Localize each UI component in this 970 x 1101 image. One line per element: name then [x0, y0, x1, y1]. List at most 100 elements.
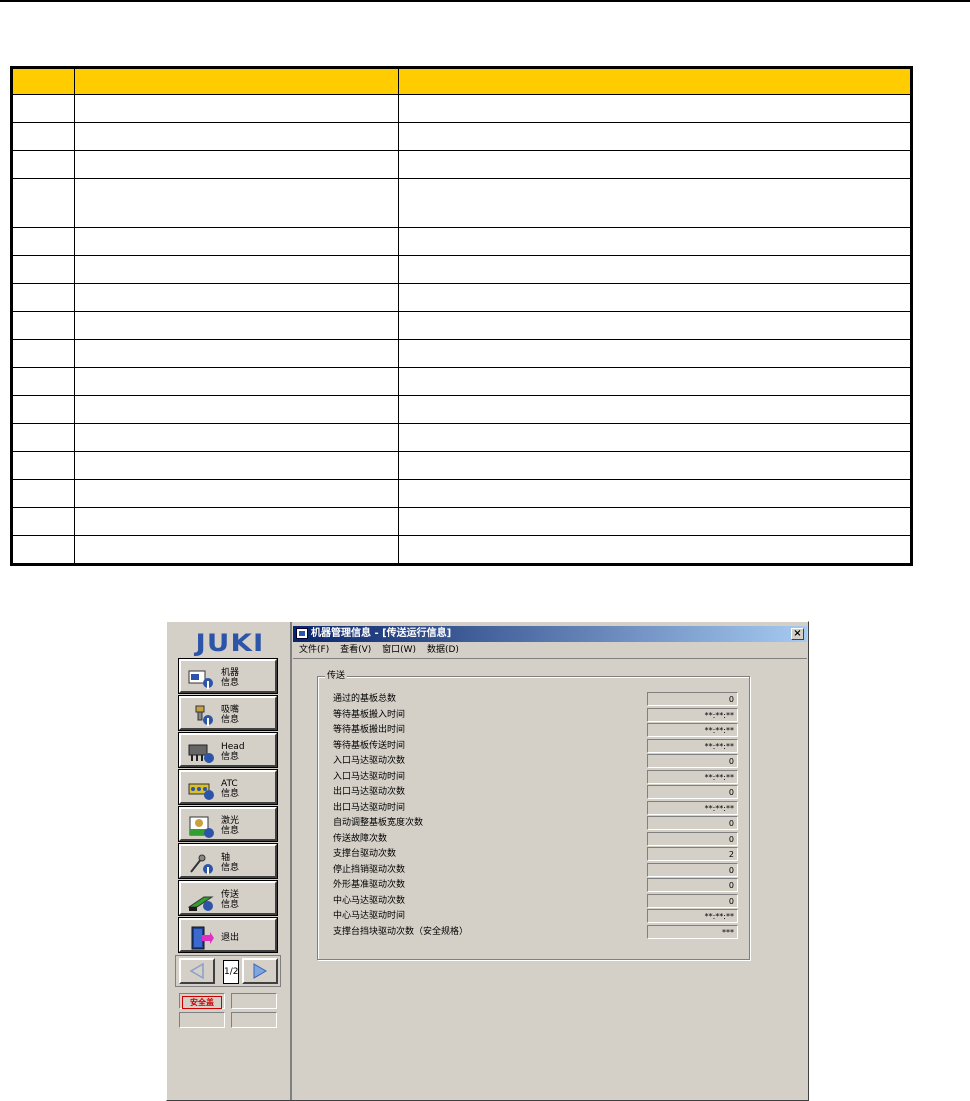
safety-cover-badge: 安全盖: [182, 996, 222, 1009]
table-cell: [11, 227, 75, 256]
window-title-bar[interactable]: 机器管理信息 - [传送运行信息] ×: [293, 626, 807, 642]
table-cell: [398, 535, 912, 565]
head-info-icon: [188, 741, 214, 765]
info-row-value: 2: [647, 847, 738, 861]
table-row: [11, 283, 912, 312]
table-row: [11, 479, 912, 508]
nav-button-exit-door[interactable]: 退出: [178, 917, 278, 953]
nav-button-conveyor-info[interactable]: 传送 信息: [178, 880, 278, 916]
table-cell: [11, 122, 75, 151]
table-cell: [11, 311, 75, 340]
info-row-value: 0: [647, 785, 738, 799]
table-row: [11, 227, 912, 256]
table-cell: [74, 122, 399, 151]
info-row-value: **:**:**: [647, 723, 738, 737]
nav-button-machine-info[interactable]: 机器 信息: [178, 658, 278, 694]
info-row-label: 停止挡销驱动次数: [333, 864, 406, 875]
table-cell: [398, 227, 912, 256]
next-page-button[interactable]: [242, 958, 278, 984]
table-cell: [11, 339, 75, 368]
header-cell-description: [398, 67, 912, 95]
table-row: [11, 311, 912, 340]
table-cell: [398, 283, 912, 312]
menu-view[interactable]: 查看(V): [340, 643, 371, 657]
nav-button-label: 退出: [221, 933, 240, 943]
table-row: [11, 535, 912, 565]
status-cell: [231, 993, 277, 1009]
table-cell: [74, 283, 399, 312]
info-row-value: 0: [647, 893, 738, 908]
table-cell: [74, 255, 399, 284]
prev-page-button[interactable]: [179, 958, 215, 984]
table-row: [11, 94, 912, 123]
nav-button-atc-info[interactable]: ATC 信息: [178, 769, 278, 805]
close-button[interactable]: ×: [791, 628, 804, 640]
info-row-label: 自动调整基板宽度次数: [333, 818, 424, 828]
info-row-label: 出口马达驱动次数: [333, 787, 406, 797]
laser-info-icon: [188, 815, 214, 839]
info-row: 中心马达驱动次数 0: [333, 893, 739, 909]
menu-data[interactable]: 数据(D): [427, 643, 459, 657]
table-row: [11, 178, 912, 228]
header-cell-item: [74, 67, 399, 95]
status-cell: [179, 1012, 225, 1028]
info-row: 中心马达驱动时间 **:**:**: [333, 909, 739, 924]
table-cell: [74, 535, 399, 565]
nav-button-label: 机器 信息: [221, 668, 240, 688]
table-cell: [74, 178, 399, 228]
nav-button-nozzle-info[interactable]: 吸嘴 信息: [178, 695, 278, 731]
info-row: 支撑台挡块驱动次数（安全规格） ***: [333, 924, 739, 940]
nav-button-laser-info[interactable]: 激光 信息: [178, 806, 278, 842]
status-grid: 安全盖: [179, 993, 277, 1029]
info-row-label: 通过的基板总数: [333, 694, 397, 704]
info-row: 出口马达驱动时间 **:**:**: [333, 800, 739, 816]
nav-button-label: 传送 信息: [221, 890, 240, 910]
table-cell: [11, 255, 75, 284]
mdi-window: 机器管理信息 - [传送运行信息] × 文件(F) 查看(V) 窗口(W) 数据…: [293, 622, 808, 1100]
table-header-row: [11, 67, 912, 95]
table-cell: [11, 367, 75, 396]
table-cell: [398, 150, 912, 179]
info-row-value: 0: [647, 816, 738, 830]
table-cell: [74, 423, 399, 452]
nozzle-info-icon: [188, 704, 214, 728]
info-row-label: 入口马达驱动次数: [333, 756, 406, 766]
nav-button-axis-info[interactable]: 轴 信息: [178, 843, 278, 879]
info-row: 支撑台驱动次数 2: [333, 847, 739, 862]
table-cell: [74, 367, 399, 396]
table-row: [11, 423, 912, 452]
info-row-value: **:**:**: [647, 769, 738, 784]
table-cell: [11, 150, 75, 179]
status-cell: [231, 1012, 277, 1028]
info-row: 外形基准驱动次数 0: [333, 878, 739, 893]
menu-bar: 文件(F) 查看(V) 窗口(W) 数据(D): [293, 643, 807, 657]
nav-button-label: 吸嘴 信息: [221, 705, 240, 725]
table-cell: [398, 507, 912, 536]
machine-info-icon: [188, 667, 214, 691]
table-cell: [11, 451, 75, 480]
info-row-value: 0: [647, 878, 738, 892]
atc-info-icon: [188, 778, 214, 802]
menu-window[interactable]: 窗口(W): [382, 643, 416, 657]
nav-button-head-info[interactable]: Head 信息: [178, 732, 278, 768]
table-row: [11, 507, 912, 536]
menu-file[interactable]: 文件(F): [299, 643, 329, 657]
axis-info-icon: [188, 852, 214, 876]
nav-button-label: Head 信息: [221, 742, 245, 762]
info-row-value: 0: [647, 831, 738, 846]
info-row: 出口马达驱动次数 0: [333, 785, 739, 800]
info-row-label: 中心马达驱动次数: [333, 895, 406, 906]
page-count: 1/2: [223, 960, 239, 984]
window-title: 机器管理信息 - [传送运行信息]: [311, 628, 452, 639]
table-cell: [74, 479, 399, 508]
table-cell: [74, 507, 399, 536]
info-row-value: **:**:**: [647, 800, 738, 815]
table-cell: [398, 122, 912, 151]
reference-table: [10, 66, 913, 566]
top-rule: [0, 0, 970, 2]
table-cell: [74, 451, 399, 480]
table-cell: [11, 178, 75, 228]
table-cell: [11, 395, 75, 424]
table-cell: [74, 395, 399, 424]
info-row: 入口马达驱动次数 0: [333, 754, 739, 769]
